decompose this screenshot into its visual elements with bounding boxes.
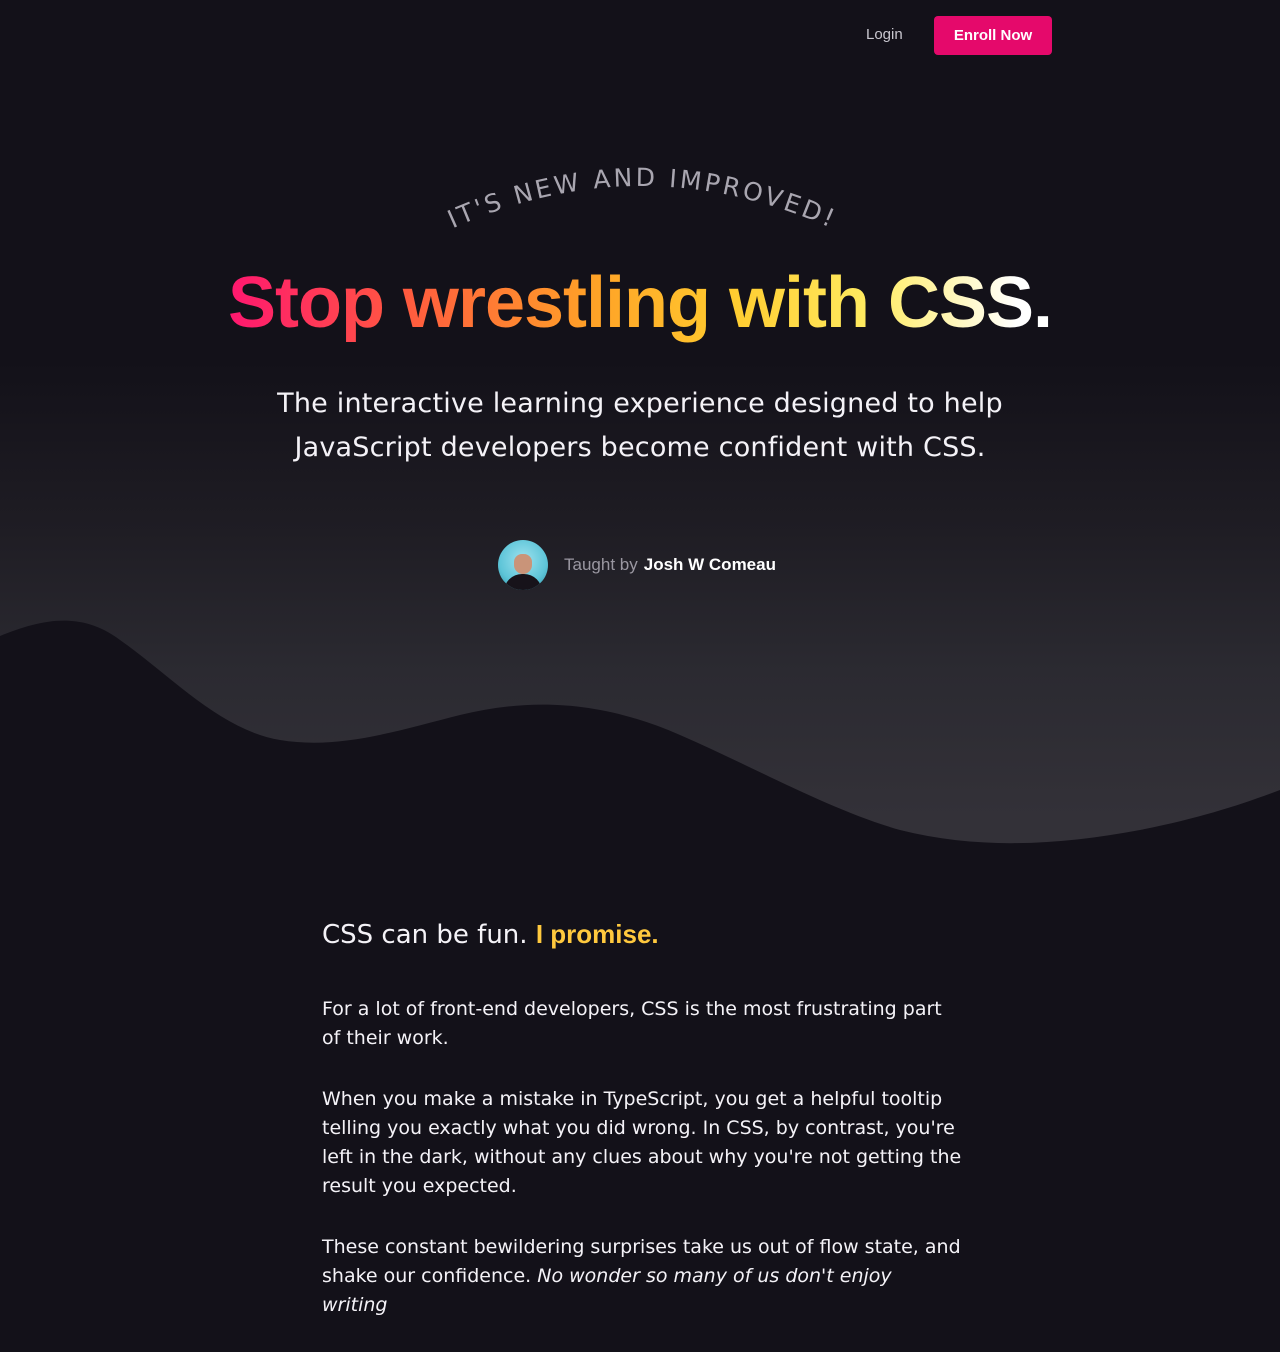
intro-section: CSS can be fun. I promise. For a lot of … <box>322 912 962 1352</box>
login-link[interactable]: Login <box>866 26 903 43</box>
wave-divider <box>0 620 1280 880</box>
headline-period: . <box>1033 263 1053 343</box>
enroll-now-button[interactable]: Enroll Now <box>934 16 1052 55</box>
headline-gradient-text: Stop wrestling with CSS <box>227 263 1034 343</box>
paragraph-2: When you make a mistake in TypeScript, y… <box>322 1088 962 1197</box>
top-nav: Login Enroll Now <box>0 16 1280 56</box>
eyebrow-curved-text: IT'S NEW AND IMPROVED! <box>443 163 841 234</box>
subtitle-line-2: JavaScript developers become confident w… <box>294 432 986 463</box>
subtitle-line-1: The interactive learning experience desi… <box>277 388 1003 419</box>
eyebrow-text: IT'S NEW AND IMPROVED! <box>443 163 838 234</box>
taught-by-label: Taught by <box>564 555 638 574</box>
paragraph-1: For a lot of front-end developers, CSS i… <box>322 998 942 1049</box>
page-title: Stop wrestling with CSS. <box>0 262 1280 344</box>
hero-subtitle: The interactive learning experience desi… <box>240 382 1040 470</box>
teacher-name: Josh W Comeau <box>643 555 776 574</box>
section-title-plain: CSS can be fun. <box>322 920 528 950</box>
teacher-credit: Taught by Josh W Comeau <box>498 540 776 590</box>
svg-text:IT'S NEW AND IMPROVED!: IT'S NEW AND IMPROVED! <box>443 163 841 234</box>
teacher-avatar <box>498 540 548 590</box>
paragraph-3: These constant bewildering surprises tak… <box>322 1233 962 1320</box>
section-title: CSS can be fun. I promise. <box>322 912 962 957</box>
section-title-highlight: I promise. <box>535 919 659 949</box>
